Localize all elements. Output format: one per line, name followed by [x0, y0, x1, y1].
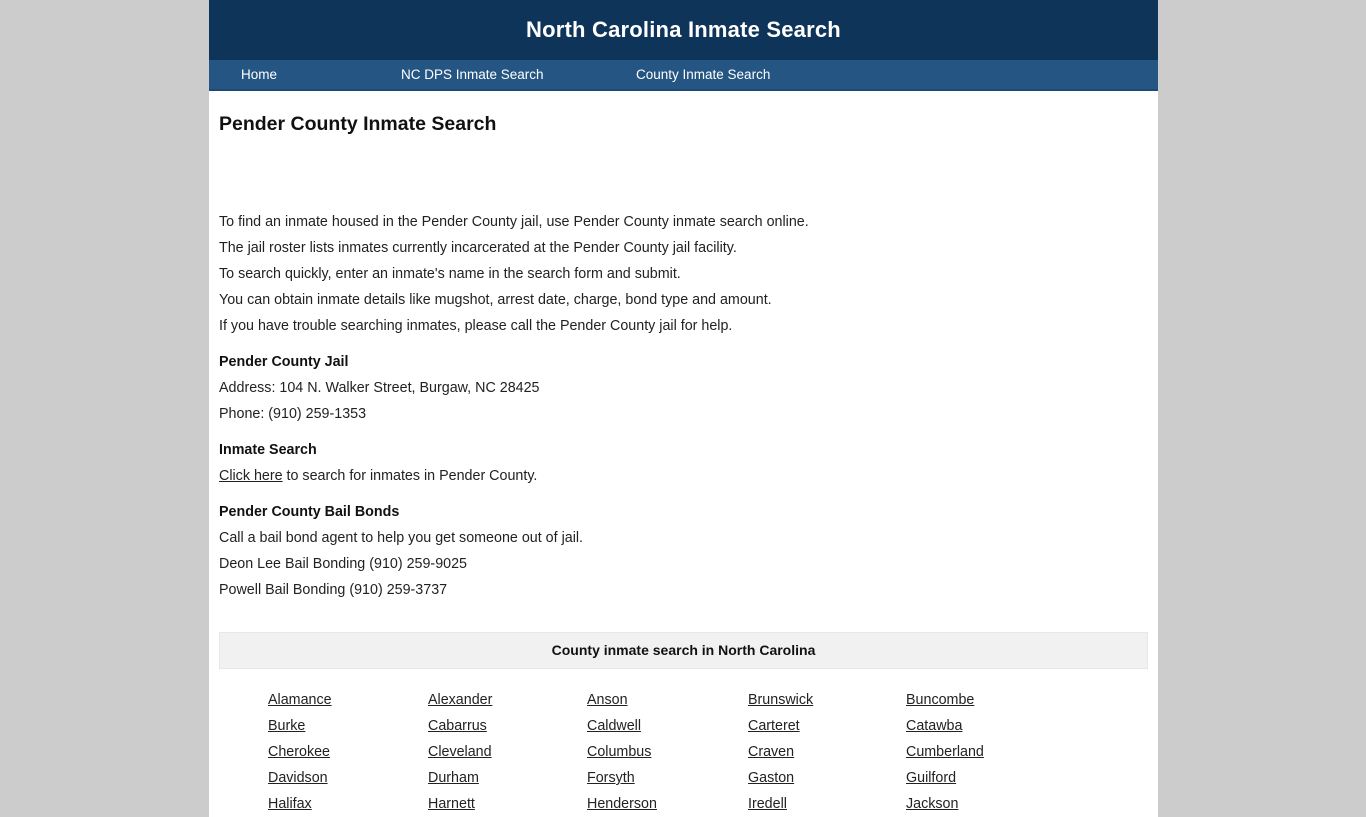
county-cell: Forsyth	[587, 765, 748, 791]
jail-info-block: Pender County Jail Address: 104 N. Walke…	[219, 349, 1148, 427]
intro-line: If you have trouble searching inmates, p…	[219, 318, 733, 334]
county-cell: Catawba	[906, 713, 1066, 739]
county-cell: Alamance	[268, 687, 428, 713]
county-cell: Craven	[748, 739, 906, 765]
county-cell: Henderson	[587, 791, 748, 817]
county-link-durham[interactable]: Durham	[428, 770, 479, 786]
bail-bonds-title: Pender County Bail Bonds	[219, 504, 400, 520]
county-link-carteret[interactable]: Carteret	[748, 718, 800, 734]
intro-line: To find an inmate housed in the Pender C…	[219, 214, 809, 230]
county-link-columbus[interactable]: Columbus	[587, 744, 651, 760]
ad-placeholder-area	[219, 136, 1148, 209]
county-link-guilford[interactable]: Guilford	[906, 770, 956, 786]
county-link-alamance[interactable]: Alamance	[268, 692, 332, 708]
county-links-grid: Alamance Alexander Anson Brunswick Buncombe B…	[219, 669, 1148, 817]
county-link-alexander[interactable]: Alexander	[428, 692, 492, 708]
county-cell: Davidson	[268, 765, 428, 791]
county-cell: Anson	[587, 687, 748, 713]
site-header: North Carolina Inmate Search	[209, 0, 1158, 60]
county-link-burke[interactable]: Burke	[268, 718, 305, 734]
intro-line: The jail roster lists inmates currently …	[219, 240, 737, 256]
page-title: North Carolina Inmate Search	[526, 17, 841, 42]
jail-address: Address: 104 N. Walker Street, Burgaw, N…	[219, 380, 540, 396]
county-cell: Cumberland	[906, 739, 1066, 765]
page-container: North Carolina Inmate Search Home NC DPS…	[209, 0, 1158, 817]
county-link-harnett[interactable]: Harnett	[428, 796, 475, 812]
county-cell: Cabarrus	[428, 713, 587, 739]
content-heading: Pender County Inmate Search	[219, 113, 497, 135]
county-link-cleveland[interactable]: Cleveland	[428, 744, 492, 760]
county-link-buncombe[interactable]: Buncombe	[906, 692, 974, 708]
intro-paragraph-block: To find an inmate housed in the Pender C…	[219, 209, 1148, 339]
county-link-halifax[interactable]: Halifax	[268, 796, 312, 812]
county-search-section: County inmate search in North Carolina A…	[219, 632, 1148, 817]
nav-item-county-inmate-search[interactable]: County Inmate Search	[636, 67, 836, 82]
intro-line: You can obtain inmate details like mugsh…	[219, 292, 772, 308]
bail-bonds-block: Pender County Bail Bonds Call a bail bon…	[219, 499, 1148, 603]
county-cell: Gaston	[748, 765, 906, 791]
county-link-forsyth[interactable]: Forsyth	[587, 770, 635, 786]
inmate-search-link-suffix: to search for inmates in Pender County.	[282, 468, 538, 484]
inmate-search-line: Click here to search for inmates in Pend…	[219, 463, 1148, 489]
bail-bond-agent: Deon Lee Bail Bonding (910) 259-9025	[219, 556, 467, 572]
county-cell: Alexander	[428, 687, 587, 713]
main-content: Pender County Inmate Search To find an i…	[209, 91, 1158, 817]
county-link-davidson[interactable]: Davidson	[268, 770, 328, 786]
county-cell: Buncombe	[906, 687, 1066, 713]
county-cell: Caldwell	[587, 713, 748, 739]
county-link-brunswick[interactable]: Brunswick	[748, 692, 813, 708]
jail-phone: Phone: (910) 259-1353	[219, 406, 367, 422]
county-link-cherokee[interactable]: Cherokee	[268, 744, 330, 760]
county-link-cabarrus[interactable]: Cabarrus	[428, 718, 487, 734]
county-cell: Durham	[428, 765, 587, 791]
county-cell: Burke	[268, 713, 428, 739]
county-cell: Iredell	[748, 791, 906, 817]
county-cell: Cherokee	[268, 739, 428, 765]
county-link-jackson[interactable]: Jackson	[906, 796, 958, 812]
intro-line: To search quickly, enter an inmate's nam…	[219, 266, 681, 282]
county-cell: Cleveland	[428, 739, 587, 765]
jail-info-title: Pender County Jail	[219, 354, 349, 370]
inmate-search-title: Inmate Search	[219, 442, 317, 458]
county-link-anson[interactable]: Anson	[587, 692, 628, 708]
nav-item-home[interactable]: Home	[241, 67, 401, 82]
county-link-iredell[interactable]: Iredell	[748, 796, 787, 812]
county-cell: Jackson	[906, 791, 1066, 817]
county-cell: Brunswick	[748, 687, 906, 713]
main-navigation: Home NC DPS Inmate Search County Inmate …	[209, 60, 1158, 91]
county-cell: Columbus	[587, 739, 748, 765]
inmate-search-block: Inmate Search Click here to search for i…	[219, 437, 1148, 489]
county-link-cumberland[interactable]: Cumberland	[906, 744, 984, 760]
click-here-link[interactable]: Click here	[219, 468, 283, 484]
county-cell: Harnett	[428, 791, 587, 817]
county-link-catawba[interactable]: Catawba	[906, 718, 962, 734]
bail-bonds-description: Call a bail bond agent to help you get s…	[219, 530, 584, 546]
county-link-gaston[interactable]: Gaston	[748, 770, 794, 786]
county-table-caption: County inmate search in North Carolina	[219, 632, 1148, 669]
county-cell: Carteret	[748, 713, 906, 739]
county-link-henderson[interactable]: Henderson	[587, 796, 657, 812]
county-cell: Guilford	[906, 765, 1066, 791]
county-link-craven[interactable]: Craven	[748, 744, 794, 760]
county-link-caldwell[interactable]: Caldwell	[587, 718, 641, 734]
county-cell: Halifax	[268, 791, 428, 817]
bail-bond-agent: Powell Bail Bonding (910) 259-3737	[219, 582, 448, 598]
nav-item-nc-dps-inmate-search[interactable]: NC DPS Inmate Search	[401, 67, 636, 82]
